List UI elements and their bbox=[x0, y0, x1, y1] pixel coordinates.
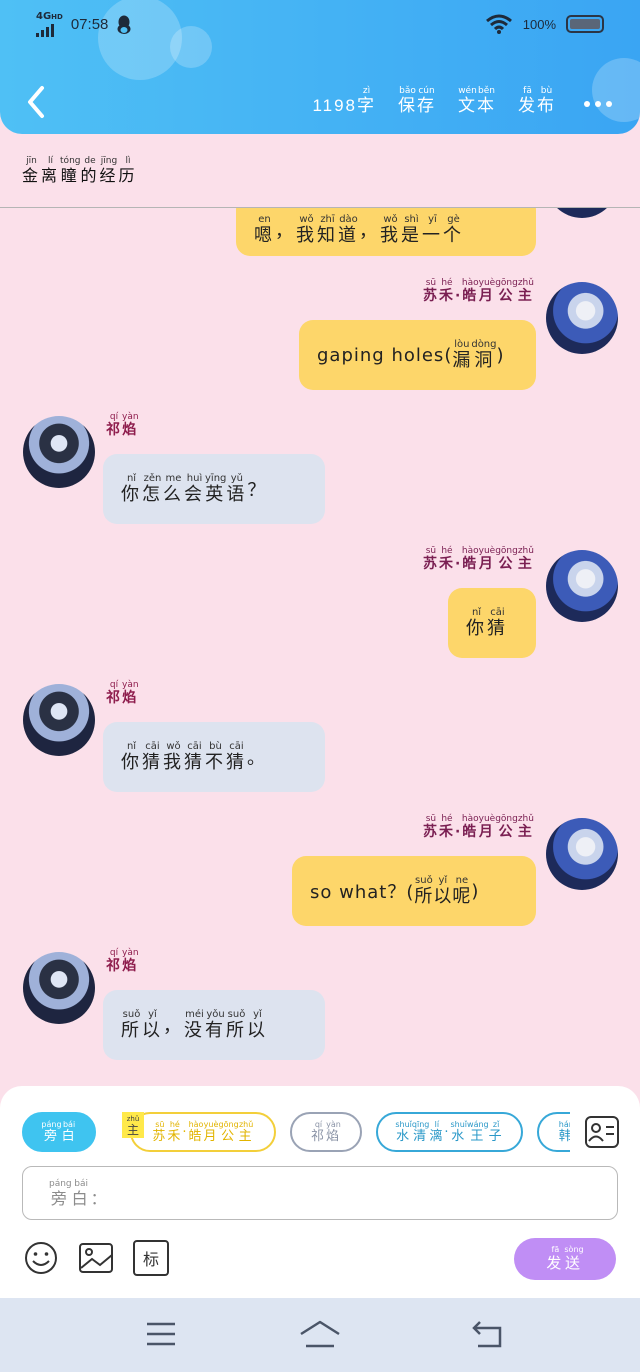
message-bubble[interactable]: 你nǐ 猜cāi 我wǒ 猜cāi 不bù 猜cāi。 bbox=[103, 722, 325, 792]
message-input[interactable]: 旁páng白bái： bbox=[22, 1166, 618, 1220]
speaker-name: 苏sū禾hé·皓hào月yuè公gōng主zhǔ bbox=[422, 278, 534, 304]
image-icon[interactable] bbox=[78, 1240, 114, 1276]
speaker-name: 祁qí焰yàn bbox=[106, 412, 139, 438]
avatar[interactable] bbox=[23, 416, 95, 488]
message-bubble[interactable]: 你nǐ 怎zěn 么me 会huì 英yīng 语yǔ？ bbox=[103, 454, 325, 524]
back-nav-icon[interactable] bbox=[470, 1318, 506, 1350]
role-chip-princess[interactable]: 苏sū 禾hé · 皓hào 月yuè 公gōng 主zhǔ bbox=[130, 1112, 276, 1152]
message-bubble[interactable]: 嗯en，我wǒ 知zhī 道dào，我wǒ 是shì 一yī 个gè bbox=[236, 208, 536, 256]
avatar[interactable] bbox=[23, 952, 95, 1024]
story-title: 金jīn离lí瞳tóng的de经jīng历lì bbox=[22, 156, 138, 185]
speaker-name: 苏sū禾hé·皓hào月yuè公gōng主zhǔ bbox=[422, 546, 534, 572]
battery-percent: 100% bbox=[522, 16, 556, 32]
back-arrow-icon[interactable] bbox=[22, 84, 52, 120]
wifi-icon bbox=[485, 14, 512, 34]
message-bubble[interactable]: so what？(所suǒ以yǐ呢ne) bbox=[292, 856, 536, 926]
role-chip-qiyan[interactable]: 祁qí 焰yàn bbox=[290, 1112, 362, 1152]
main-role-tag: 主zhǔ bbox=[122, 1112, 144, 1138]
avatar[interactable] bbox=[23, 684, 95, 756]
speaker-name: 苏sū禾hé·皓hào月yuè公gōng主zhǔ bbox=[422, 814, 534, 840]
avatar[interactable] bbox=[546, 818, 618, 890]
top-nav: 1198字zì 保bǎo存cún 文wén本běn 发fā布bù bbox=[0, 80, 640, 126]
home-icon[interactable] bbox=[298, 1318, 342, 1350]
more-options-icon[interactable] bbox=[584, 92, 612, 116]
network-indicator: 4GHD bbox=[36, 12, 63, 37]
composer-panel: 旁páng 白bái 主zhǔ 苏sū 禾hé · 皓hào 月yuè 公gōng 主zhǔ … bbox=[0, 1086, 640, 1298]
status-bar: 4GHD 07:58 100% bbox=[0, 0, 640, 52]
text-button[interactable]: 文wén本běn bbox=[458, 86, 496, 116]
contact-card-icon[interactable] bbox=[584, 1114, 620, 1150]
tag-tool-button[interactable]: 标 bbox=[133, 1240, 169, 1276]
menu-icon[interactable] bbox=[145, 1318, 177, 1350]
speaker-name: 祁qí焰yàn bbox=[106, 680, 139, 706]
avatar[interactable] bbox=[546, 208, 618, 218]
word-count: 1198字zì bbox=[312, 86, 376, 115]
publish-button[interactable]: 发fā布bù bbox=[518, 86, 556, 116]
role-chip-narrator[interactable]: 旁páng 白bái bbox=[22, 1112, 96, 1152]
save-button[interactable]: 保bǎo存cún bbox=[398, 86, 436, 116]
clock: 07:58 bbox=[70, 16, 109, 33]
story-title-bar: 金jīn离lí瞳tóng的de经jīng历lì bbox=[0, 134, 640, 208]
battery-icon bbox=[566, 15, 604, 33]
chat-area[interactable]: 嗯en，我wǒ 知zhī 道dào，我wǒ 是shì 一yī 个gè 苏sū禾hé·皓hà… bbox=[0, 208, 640, 1086]
message-bubble[interactable]: 你nǐ 猜cāi bbox=[448, 588, 536, 658]
message-bubble[interactable]: gaping holes(漏lòu洞dòng) bbox=[299, 320, 536, 390]
role-chip-water-prince[interactable]: 水shuǐ 清qīng 漓lí · 水shuǐ 王wáng 子zǐ bbox=[376, 1112, 523, 1152]
message-bubble[interactable]: 所suǒ 以yǐ，没méi 有yǒu 所suǒ 以yǐ bbox=[103, 990, 325, 1060]
role-selector: 旁páng 白bái 主zhǔ 苏sū 禾hé · 皓hào 月yuè 公gōng 主zhǔ … bbox=[22, 1112, 570, 1152]
speaker-name: 祁qí焰yàn bbox=[106, 948, 139, 974]
penguin-icon bbox=[117, 15, 131, 34]
signal-icon bbox=[36, 24, 54, 37]
role-chip-hanbing[interactable]: 韩hán冰bīng bbox=[537, 1112, 570, 1152]
avatar[interactable] bbox=[546, 282, 618, 354]
send-button[interactable]: 发fā 送sòng bbox=[514, 1238, 616, 1280]
emoji-icon[interactable] bbox=[23, 1240, 59, 1276]
system-nav-bar bbox=[0, 1298, 640, 1372]
avatar[interactable] bbox=[546, 550, 618, 622]
app-header: 4GHD 07:58 100% 1198字zì 保bǎo存cún 文wén本bě… bbox=[0, 0, 640, 134]
input-placeholder: 旁páng白bái： bbox=[49, 1179, 110, 1208]
